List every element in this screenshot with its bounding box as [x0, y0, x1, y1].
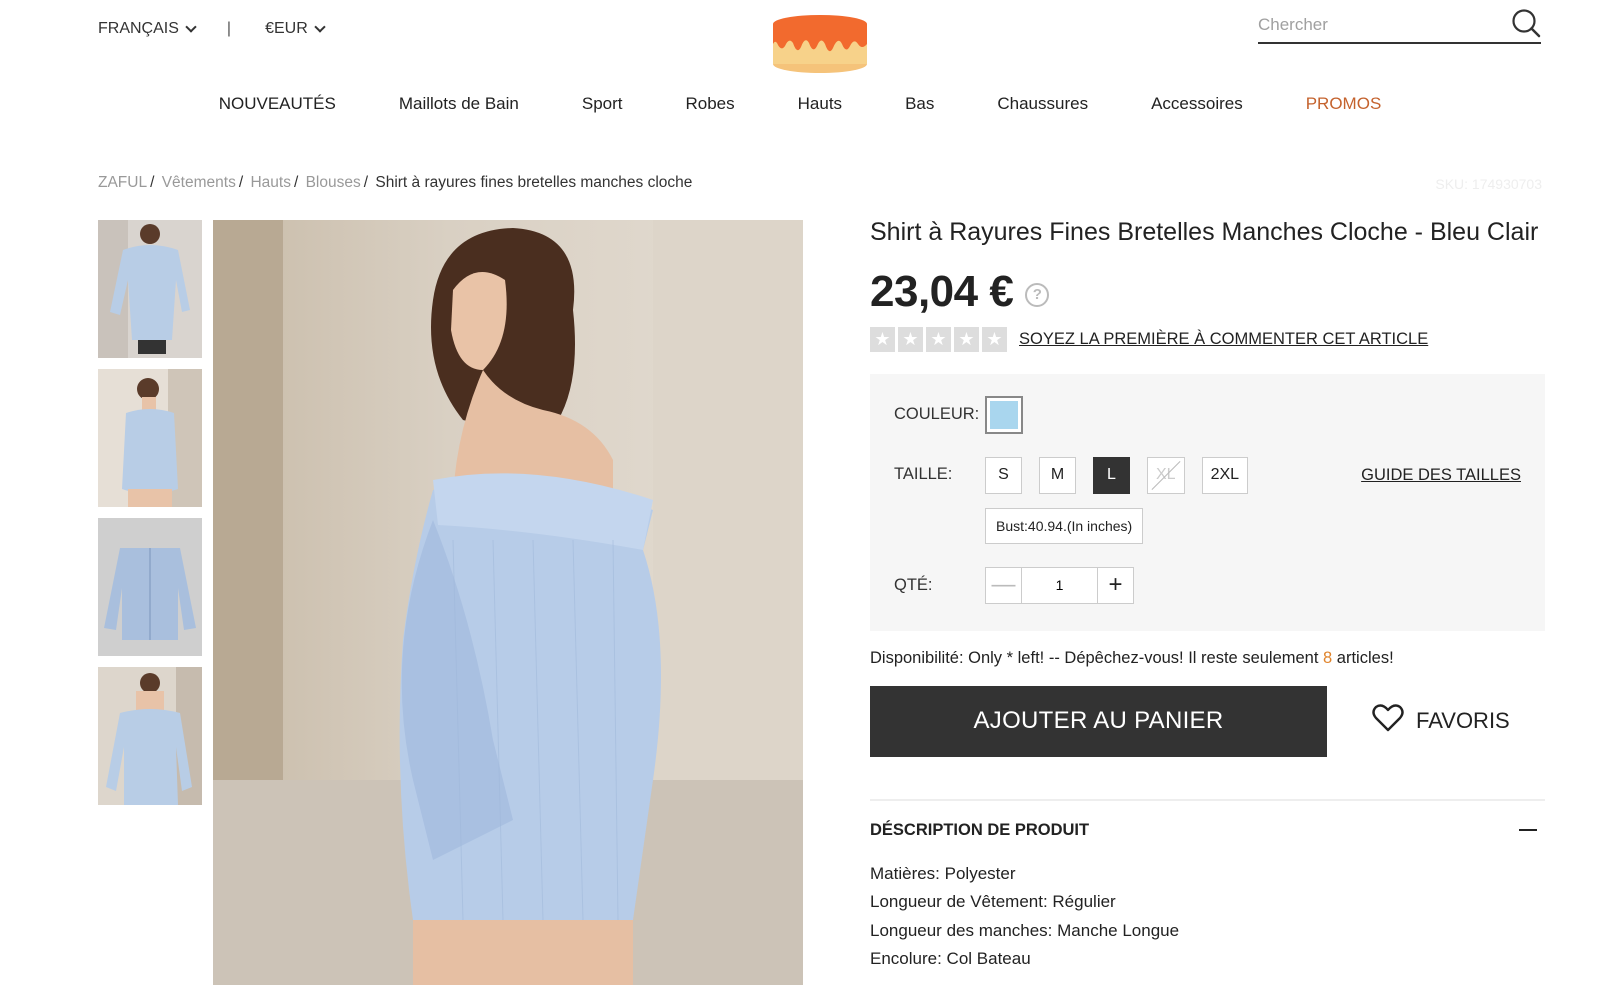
size-label: TAILLE: — [894, 464, 953, 483]
nav-item-accessoires[interactable]: Accessoires — [1120, 94, 1275, 114]
qty-label: QTÉ: — [894, 575, 933, 594]
description-title: DÉSCRIPTION DE PRODUIT — [870, 820, 1090, 839]
color-swatch-fill — [990, 400, 1018, 429]
help-icon[interactable]: ? — [1025, 282, 1050, 307]
thumbnail-image[interactable] — [98, 369, 202, 507]
product-title: Shirt à Rayures Fines Bretelles Manches … — [870, 218, 1539, 246]
favorites-label: FAVORIS — [1416, 708, 1510, 733]
nav-item-chaussures[interactable]: Chaussures — [966, 94, 1120, 114]
description-line: Longueur de Vêtement: Régulier — [870, 892, 1116, 911]
main-product-image[interactable] — [213, 220, 803, 985]
star-icon: ★ — [870, 326, 895, 352]
thumbnail-image[interactable] — [98, 667, 202, 805]
nav-item-bas[interactable]: Bas — [874, 94, 966, 114]
search-bar — [1258, 8, 1541, 44]
size-option-l[interactable]: L — [1093, 456, 1130, 494]
nav-item-sport[interactable]: Sport — [550, 94, 654, 114]
description-line: Matières: Polyester — [870, 863, 1016, 883]
logo-cake-icon[interactable] — [770, 10, 870, 76]
price-row: 23,04 € ? — [870, 267, 1545, 317]
qty-plus-button[interactable]: + — [1097, 566, 1134, 604]
main-nav: NOUVEAUTÉS Maillots de Bain Sport Robes … — [0, 94, 1600, 114]
color-swatch[interactable] — [985, 395, 1023, 434]
star-icon: ★ — [926, 326, 951, 352]
language-selector[interactable]: FRANÇAIS — [98, 20, 197, 38]
heart-icon — [1372, 704, 1416, 738]
description-header[interactable]: DÉSCRIPTION DE PRODUIT — [870, 801, 1545, 840]
nav-item-robes[interactable]: Robes — [654, 94, 766, 114]
locale-bar: FRANÇAIS | €EUR — [98, 20, 326, 38]
size-option-m[interactable]: M — [1039, 456, 1076, 494]
star-icon: ★ — [898, 326, 923, 352]
currency-selector[interactable]: €EUR — [265, 20, 326, 38]
nav-item-maillots[interactable]: Maillots de Bain — [367, 94, 550, 114]
rating-row: ★ ★ ★ ★ ★ SOYEZ LA PREMIÈRE À COMMENTER … — [870, 326, 1545, 352]
write-review-link[interactable]: SOYEZ LA PREMIÈRE À COMMENTER CET ARTICL… — [1019, 330, 1428, 349]
currency-label: €EUR — [265, 20, 308, 37]
nav-item-hauts[interactable]: Hauts — [766, 94, 873, 114]
thumbnail-image[interactable] — [98, 518, 202, 656]
thumbnail-image[interactable] — [98, 220, 202, 358]
favorites-button[interactable]: FAVORIS — [1372, 704, 1510, 738]
separator: | — [226, 20, 232, 37]
breadcrumb-link[interactable]: Vêtements — [162, 174, 236, 191]
star-rating: ★ ★ ★ ★ ★ — [870, 326, 1007, 352]
breadcrumb-current: Shirt à rayures fines bretelles manches … — [375, 174, 693, 191]
description-section: DÉSCRIPTION DE PRODUIT Matières: Polyest… — [870, 798, 1545, 974]
availability-suffix: articles! — [1332, 648, 1394, 667]
options-panel: COULEUR: TAILLE: S M L XL 2XL GUIDE DES … — [870, 373, 1545, 631]
description-line: Longueur des manches: Manche Longue — [870, 920, 1180, 940]
size-option-s[interactable]: S — [985, 456, 1022, 494]
description-list: Matières: Polyester Longueur de Vêtement… — [870, 860, 1545, 974]
stock-count: 8 — [1323, 648, 1333, 667]
availability: Disponibilité: Only * left! -- Dépêchez-… — [870, 649, 1545, 668]
availability-prefix: Disponibilité: Only * left! -- Dépêchez-… — [870, 648, 1324, 667]
language-label: FRANÇAIS — [98, 20, 179, 37]
cta-row: AJOUTER AU PANIER FAVORIS — [870, 685, 1545, 757]
product-info: Shirt à Rayures Fines Bretelles Manches … — [870, 216, 1545, 974]
bust-info: Bust:40.94.(In inches) — [985, 507, 1144, 544]
size-option-2xl[interactable]: 2XL — [1201, 456, 1249, 494]
thumbnail-list — [98, 220, 202, 816]
breadcrumb-link[interactable]: ZAFUL — [98, 174, 147, 191]
star-icon: ★ — [954, 326, 979, 352]
chevron-down-icon — [314, 21, 326, 33]
search-input[interactable] — [1258, 15, 1478, 35]
color-label: COULEUR: — [894, 404, 980, 423]
add-to-cart-button[interactable]: AJOUTER AU PANIER — [870, 685, 1327, 757]
size-options: S M L XL 2XL — [985, 456, 1249, 494]
nav-item-nouveautes[interactable]: NOUVEAUTÉS — [187, 94, 367, 114]
sku-label: SKU: 174930703 — [1435, 176, 1542, 192]
qty-input[interactable] — [1022, 566, 1097, 604]
breadcrumb-link[interactable]: Hauts — [250, 174, 291, 191]
nav-item-promos[interactable]: PROMOS — [1274, 94, 1413, 114]
breadcrumb-link[interactable]: Blouses — [306, 174, 361, 191]
product-price: 23,04 € — [870, 266, 1014, 316]
description-line: Encolure: Col Bateau — [870, 949, 1031, 968]
breadcrumb: ZAFUL / Vêtements / Hauts / Blouses / Shirt … — [98, 174, 693, 191]
quantity-stepper: — + — [985, 566, 1134, 604]
size-option-xl: XL — [1147, 456, 1185, 494]
star-icon: ★ — [982, 326, 1007, 352]
chevron-down-icon — [185, 21, 197, 33]
collapse-icon[interactable] — [1519, 829, 1537, 831]
search-icon[interactable] — [1511, 8, 1541, 43]
size-guide-link[interactable]: GUIDE DES TAILLES — [1361, 466, 1521, 485]
qty-minus-button[interactable]: — — [985, 566, 1022, 604]
